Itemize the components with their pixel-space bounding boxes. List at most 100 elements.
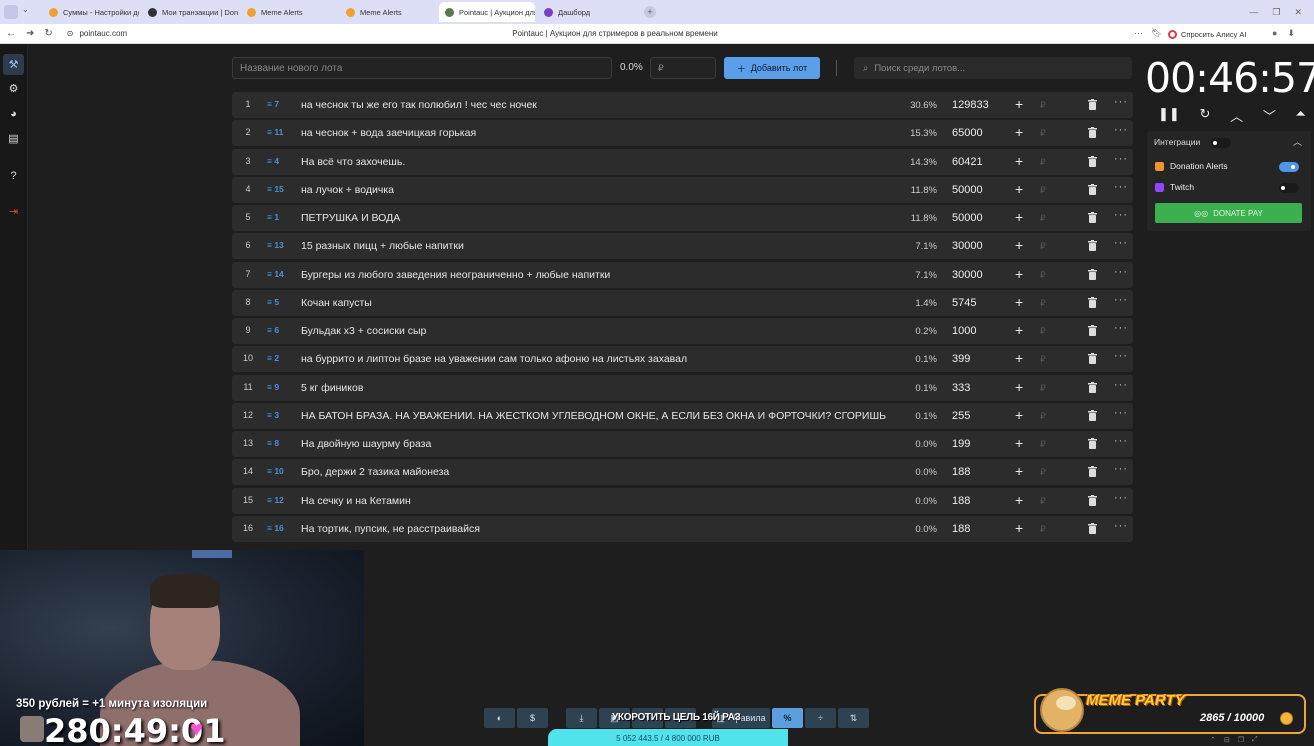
lot-amount[interactable]: 399 [952,353,970,365]
lot-id[interactable]: ≡ 5 [267,297,279,307]
delete-icon[interactable] [1088,438,1097,449]
more-icon[interactable]: ⋯ [1134,28,1143,39]
delete-icon[interactable] [1088,212,1097,223]
lot-amount[interactable]: 188 [952,466,970,478]
more-options-icon[interactable]: ··· [1114,379,1128,391]
github-icon[interactable]: ◐ [484,708,515,728]
lot-amount[interactable]: 188 [952,495,970,507]
lot-name[interactable]: На всё что захочешь. [301,156,897,168]
pause-icon[interactable]: ❚❚ [1158,106,1180,125]
more-options-icon[interactable]: ··· [1114,492,1128,504]
delete-icon[interactable] [1088,296,1097,308]
more-options-icon[interactable]: ··· [1114,209,1128,221]
auction-hammer-icon[interactable]: ⚒ [3,54,24,75]
more-options-icon[interactable]: ··· [1114,435,1128,447]
tray-up-icon[interactable]: ⌃ [1210,736,1216,744]
lot-name[interactable]: на буррито и липтон бразе на уважении са… [301,353,897,365]
settings-icon[interactable]: ⚙ [6,81,21,96]
browser-tab[interactable]: Pointauc | Аукцион для✕ [439,2,535,22]
lot-name[interactable]: Бургеры из любого заведения неограниченн… [301,269,897,281]
lot-amount[interactable]: 50000 [952,184,983,196]
donate-pay-button[interactable]: ◎◎ DONATE PAY [1155,203,1302,223]
delete-icon[interactable] [1088,409,1097,421]
logout-icon[interactable]: ⇥ [6,204,21,219]
add-amount-icon[interactable]: + [1015,463,1023,479]
add-amount-icon[interactable]: + [1015,520,1023,536]
wheel-icon[interactable]: ◕ [6,106,21,121]
lot-amount[interactable]: 50000 [952,212,983,224]
close-window-icon[interactable]: ✕ [1294,7,1302,18]
delete-icon[interactable] [1088,353,1097,365]
add-lot-button[interactable]: ＋ Добавить лот [724,57,820,79]
more-options-icon[interactable]: ··· [1114,124,1128,136]
integrations-toggle[interactable] [1211,138,1231,148]
lot-name[interactable]: На двойную шаурму браза [301,438,897,450]
lot-id[interactable]: ≡ 1 [267,212,279,222]
lot-name[interactable]: НА БАТОН БРАЗА. НА УВАЖЕНИИ. НА ЖЕСТКОМ … [301,410,897,422]
bookmark-icon[interactable]: 🔖︎ [1151,28,1162,39]
collapse-icon[interactable]: ⏶ [1296,106,1306,125]
delete-icon[interactable] [1088,99,1097,110]
tab-list-icon[interactable]: ⌄ [22,5,32,19]
add-amount-icon[interactable]: + [1015,237,1023,253]
delete-icon[interactable] [1088,183,1097,195]
more-options-icon[interactable]: ··· [1114,407,1128,419]
lot-amount[interactable]: 188 [952,523,970,535]
restore-icon[interactable]: ❐ [1272,7,1280,18]
lot-id[interactable]: ≡ 13 [267,240,284,250]
percent-toggle[interactable]: % [772,708,803,728]
lot-amount[interactable]: 5745 [952,297,976,309]
lot-id[interactable]: ≡ 3 [267,410,279,420]
more-options-icon[interactable]: ··· [1114,463,1128,475]
delete-icon[interactable] [1088,268,1097,280]
lot-id[interactable]: ≡ 4 [267,156,279,166]
lot-amount[interactable]: 65000 [952,127,983,139]
sort-icon[interactable]: ⇅ [838,708,869,728]
lot-amount[interactable]: 199 [952,438,970,450]
lot-id[interactable]: ≡ 7 [267,99,279,109]
delete-icon[interactable] [1088,466,1097,478]
window-menu-icon[interactable] [4,5,18,19]
download-icon[interactable]: ⤓ [566,708,597,728]
profile-icon[interactable]: ● [1272,28,1277,39]
alice-button[interactable]: Спросить Алису AI [1168,27,1246,41]
browser-tab[interactable]: Meme Alerts [241,2,337,22]
browser-tab[interactable]: Мои транзакции | Donat [142,2,238,22]
history-icon[interactable]: ▤ [6,131,21,146]
browser-tab[interactable]: Meme Alerts [340,2,436,22]
lot-name[interactable]: 5 кг фиников [301,382,897,394]
more-options-icon[interactable]: ··· [1114,181,1128,193]
lot-id[interactable]: ≡ 16 [267,523,284,533]
chevron-up-icon[interactable]: ︿ [1293,135,1302,148]
new-tab-button[interactable]: + [644,6,656,18]
lot-id[interactable]: ≡ 6 [267,325,279,335]
add-amount-icon[interactable]: + [1015,322,1023,338]
lot-name[interactable]: ПЕТРУШКА И ВОДА [301,212,897,224]
lot-id[interactable]: ≡ 2 [267,353,279,363]
minimize-icon[interactable]: — [1249,7,1258,18]
lot-amount[interactable]: 60421 [952,156,983,168]
tray-lock-icon[interactable]: ⊟ [1224,736,1230,744]
delete-icon[interactable] [1088,240,1097,252]
add-amount-icon[interactable]: + [1015,492,1023,508]
add-amount-icon[interactable]: + [1015,153,1023,169]
add-amount-icon[interactable]: + [1015,435,1023,451]
downloads-icon[interactable]: ⬇ [1287,28,1295,39]
lot-id[interactable]: ≡ 15 [267,184,284,194]
lot-name[interactable]: На тортик, пупсик, не расстраивайся [301,523,897,535]
lot-name[interactable]: Бульдак х3 + сосиски сыр [301,325,897,337]
lot-name[interactable]: на чеснок ты же его так полюбил ! чес че… [301,99,897,111]
more-options-icon[interactable]: ··· [1114,350,1128,362]
more-options-icon[interactable]: ··· [1114,266,1128,278]
more-options-icon[interactable]: ··· [1114,294,1128,306]
lot-search-input[interactable]: ⌕ Поиск среди лотов... [854,57,1132,79]
add-amount-icon[interactable]: + [1015,209,1023,225]
amount-input[interactable]: ₽ [650,57,716,79]
chevron-up-icon[interactable]: ︿ [1230,106,1243,125]
add-amount-icon[interactable]: + [1015,266,1023,282]
add-amount-icon[interactable]: + [1015,407,1023,423]
lot-id[interactable]: ≡ 12 [267,495,284,505]
new-lot-input[interactable]: Название нового лота [232,57,612,79]
add-amount-icon[interactable]: + [1015,379,1023,395]
add-amount-icon[interactable]: + [1015,124,1023,140]
